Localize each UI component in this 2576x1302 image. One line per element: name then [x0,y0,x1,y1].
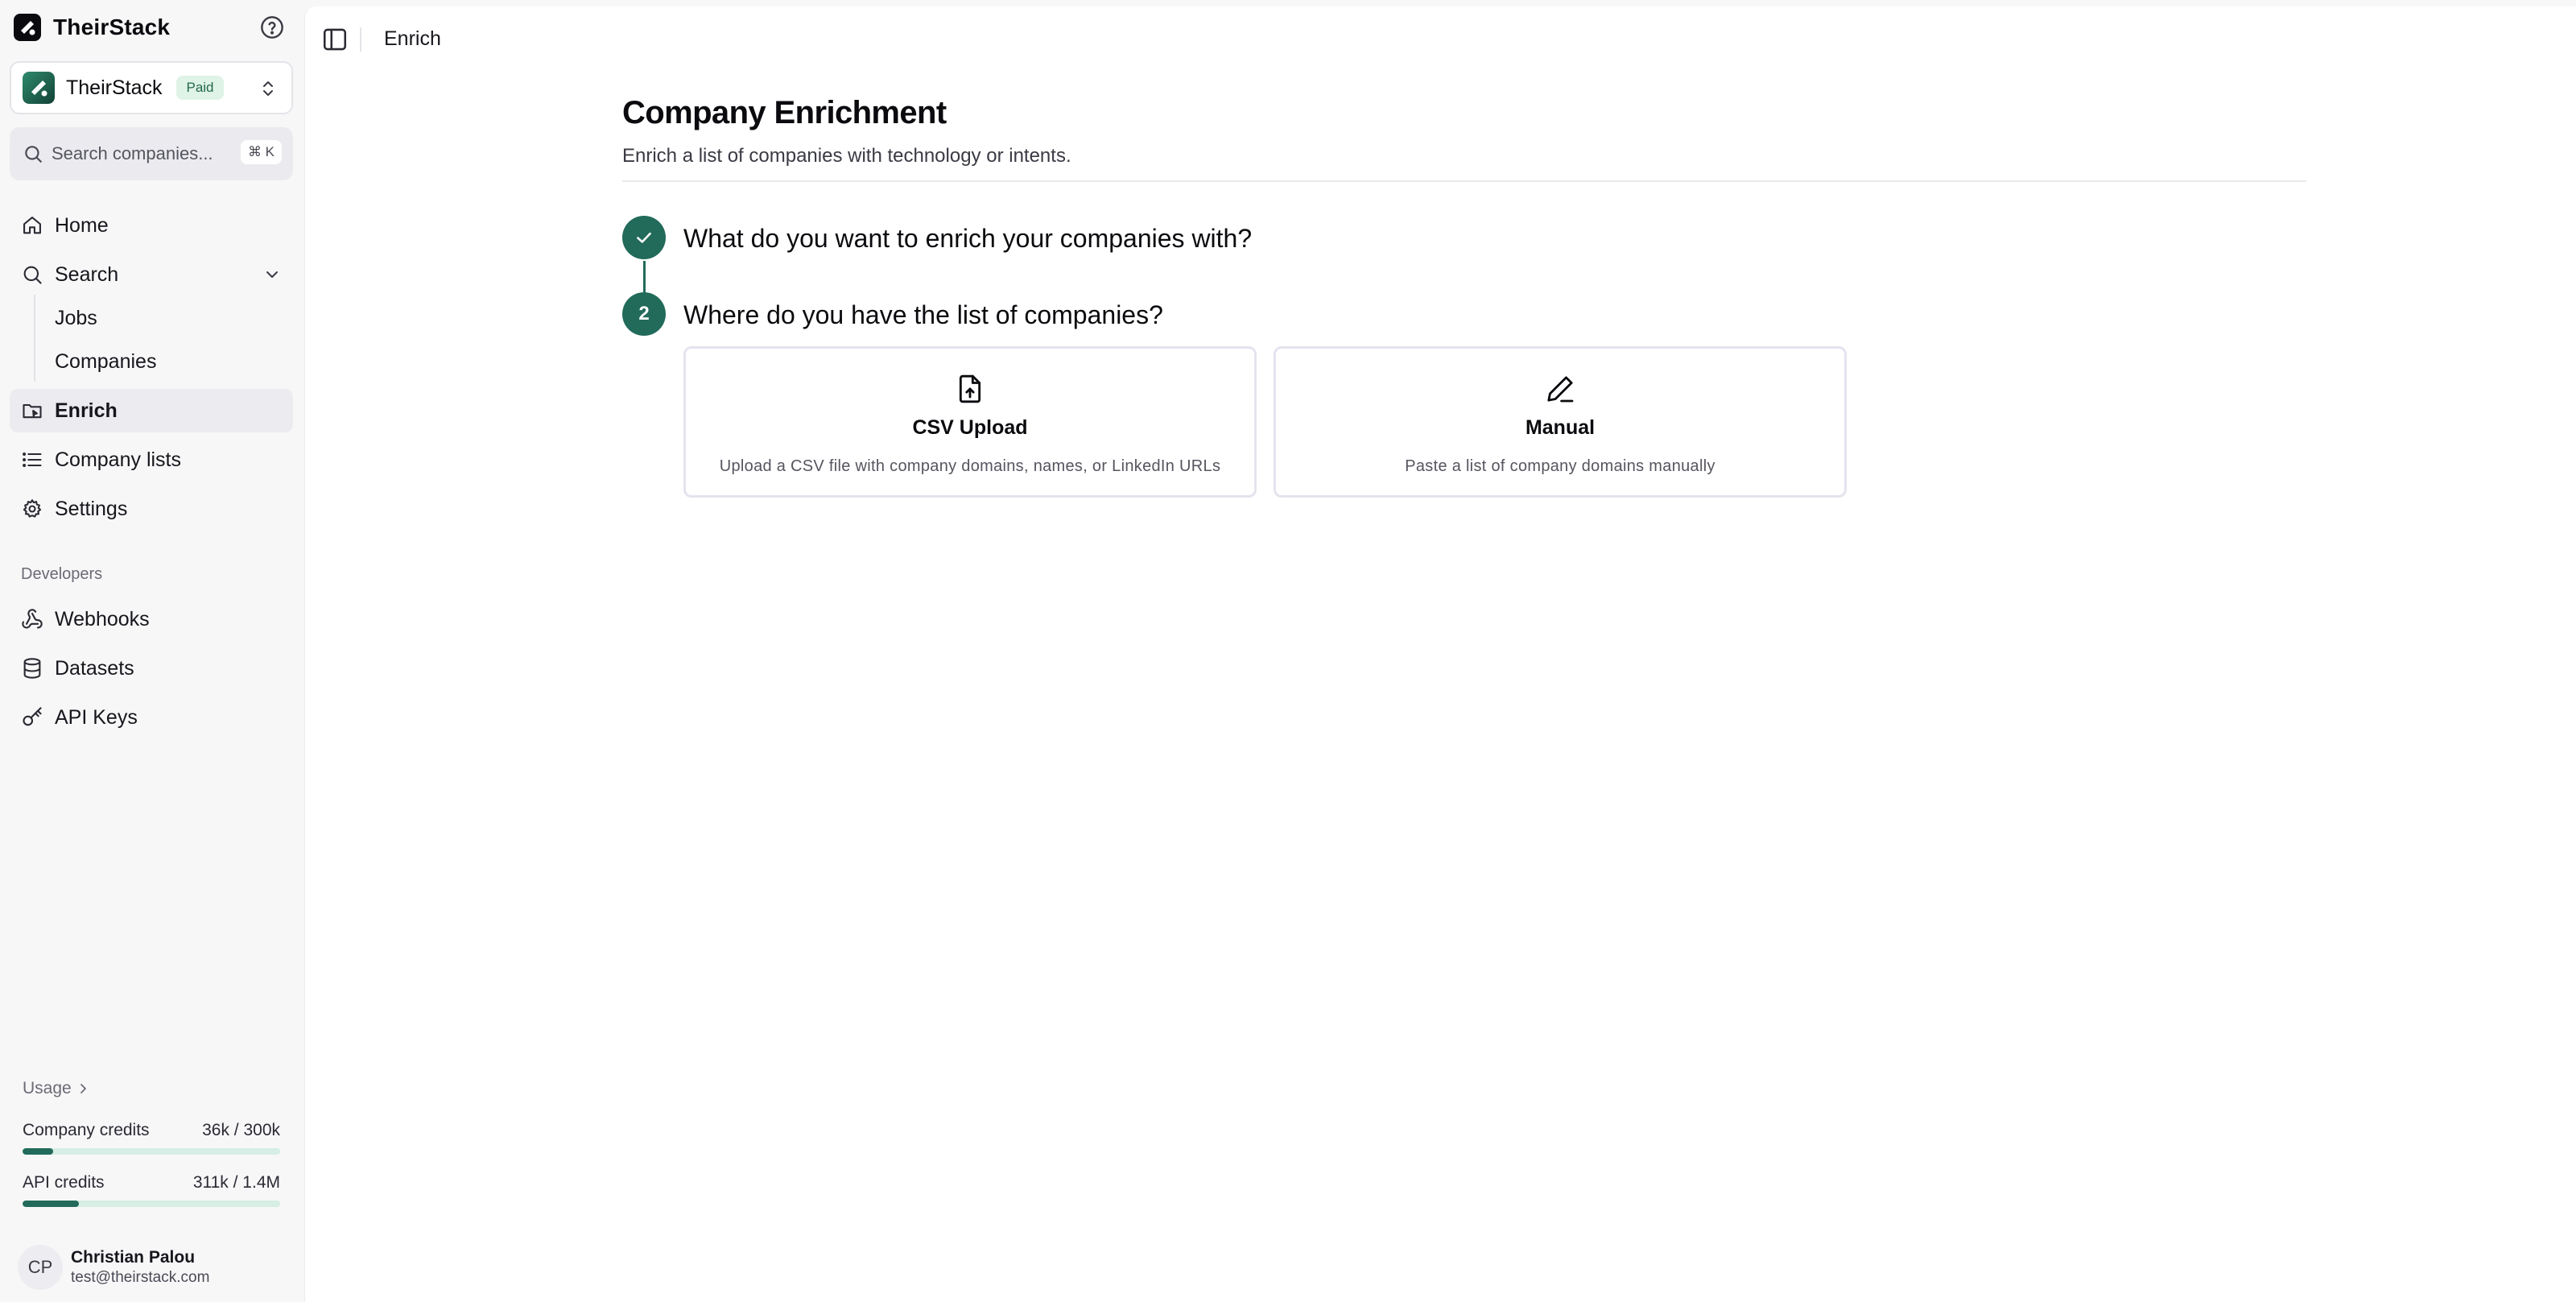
nav-label-webhooks: Webhooks [55,607,150,630]
company-search[interactable]: ⌘ K [10,127,293,180]
gear-icon [23,499,42,518]
brand-name: TheirStack [53,14,171,39]
page-title: Company Enrichment [622,95,947,130]
team-logo-icon [23,72,55,104]
team-name: TheirStack [66,76,163,99]
submenu-guide-line [34,295,35,382]
step-connector [643,261,646,296]
user-name: Christian Palou [71,1248,196,1267]
brand[interactable]: TheirStack [13,11,170,43]
check-icon [637,232,651,243]
nav-label-company-lists: Company lists [55,448,181,471]
step-1-indicator[interactable] [622,216,666,259]
nav-item-companies[interactable]: Companies [55,350,156,374]
usage-heading: Usage [23,1079,72,1097]
user-menu[interactable]: CP Christian Palou test@theirstack.com [18,1245,209,1290]
nav-item-settings[interactable]: Settings [10,487,293,531]
nav-item-company-lists[interactable]: Company lists [10,438,293,482]
help-button[interactable] [259,14,285,40]
csv-upload-description: Upload a CSV file with company domains, … [719,457,1221,475]
avatar: CP [18,1245,63,1290]
csv-upload-title: CSV Upload [912,416,1028,439]
file-upload-icon [959,374,981,403]
header-divider [622,180,2306,182]
plan-badge: Paid [176,76,224,100]
search-icon [23,266,42,284]
step-2-indicator: 2 [622,292,666,336]
panel-left-icon [323,28,347,51]
help-circle-icon [261,16,283,39]
topbar-divider [360,27,361,52]
api-credits-fill [23,1201,80,1207]
search-icon [25,146,42,163]
team-switcher[interactable]: TheirStack Paid [10,61,293,114]
key-icon [23,707,42,726]
nav-item-enrich[interactable]: Enrich [10,389,293,432]
sidebar-toggle-button[interactable] [321,26,349,53]
chevron-right-icon [80,1084,86,1093]
nav-item-datasets[interactable]: Datasets [10,647,293,690]
search-input[interactable] [52,143,245,164]
main-panel: Enrich Company Enrichment Enrich a list … [304,6,2576,1302]
step-1-title[interactable]: What do you want to enrich your companie… [683,224,1252,254]
manual-title: Manual [1525,416,1596,439]
api-credits-value: 311k / 1.4M [192,1173,280,1192]
nav-label-datasets: Datasets [55,656,134,680]
nav-label-settings: Settings [55,497,128,520]
webhook-icon [22,609,43,629]
chevron-down-icon[interactable] [262,265,282,284]
nav-label-enrich: Enrich [55,399,118,422]
nav-label-api-keys: API Keys [55,705,138,729]
api-credits-track [23,1201,280,1207]
nav-item-search[interactable]: Search [10,253,293,296]
developers-heading: Developers [21,565,103,583]
company-credits-track [23,1148,280,1155]
search-shortcut: ⌘ K [240,140,282,164]
step-2-title: Where do you have the list of companies? [683,300,1163,329]
nav-item-jobs[interactable]: Jobs [55,307,97,330]
home-icon [23,217,41,234]
api-credits-label: API credits [23,1173,105,1192]
api-credits-meter: API credits 311k / 1.4M [23,1173,280,1207]
manual-option[interactable]: Manual Paste a list of company domains m… [1274,346,1847,498]
page-subtitle: Enrich a list of companies with technolo… [622,145,1071,167]
sidebar: TheirStack TheirStack Paid Search compan… [0,0,304,1302]
usage-link[interactable]: Usage [23,1079,89,1098]
company-credits-meter: Company credits 36k / 300k [23,1121,280,1155]
nav-label-home: Home [55,213,109,237]
nav-label-search: Search [55,262,119,286]
nav-item-api-keys[interactable]: API Keys [10,696,293,739]
company-credits-fill [23,1148,54,1155]
csv-upload-option[interactable]: CSV Upload Upload a CSV file with compan… [683,346,1257,498]
brand-logo-icon [14,14,41,41]
enrich-icon [23,403,42,419]
nav-item-home[interactable]: Home [10,204,293,247]
nav-item-webhooks[interactable]: Webhooks [10,597,293,641]
chevrons-up-down-icon [263,81,273,96]
pencil-icon [1547,376,1574,403]
list-icon [23,453,42,467]
database-icon [23,658,41,679]
company-credits-value: 36k / 300k [202,1121,280,1139]
user-email: test@theirstack.com [71,1269,210,1286]
manual-description: Paste a list of company domains manually [1405,457,1715,475]
company-credits-label: Company credits [23,1121,150,1139]
breadcrumb: Enrich [384,27,441,50]
